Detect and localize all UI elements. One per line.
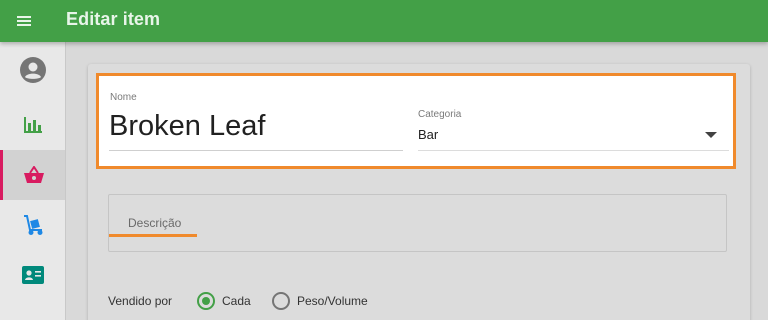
menu-icon[interactable] xyxy=(14,11,50,31)
sidebar-item-reports[interactable] xyxy=(0,100,65,150)
contact-card-icon xyxy=(21,266,44,284)
descricao-label: Descrição xyxy=(128,216,182,230)
categoria-select[interactable] xyxy=(415,104,731,154)
categoria-underline xyxy=(418,150,729,151)
hand-truck-icon xyxy=(23,215,42,235)
radio-cada-label[interactable]: Cada xyxy=(222,294,251,308)
account-icon xyxy=(19,57,46,83)
page-title: Editar item xyxy=(66,9,161,29)
bar-chart-icon xyxy=(23,117,42,133)
app-bar: Editar item xyxy=(0,0,768,42)
sidebar xyxy=(0,42,66,320)
sidebar-item-account[interactable] xyxy=(0,45,65,95)
highlighted-fields-box: Nome Broken Leaf Categoria Bar xyxy=(96,73,736,169)
nome-input[interactable]: Broken Leaf xyxy=(109,110,265,143)
sidebar-item-contacts[interactable] xyxy=(0,250,65,300)
nome-input-underline xyxy=(109,150,403,151)
vendido-por-label: Vendido por xyxy=(108,294,173,308)
dropdown-arrow-icon[interactable] xyxy=(705,132,717,139)
radio-cada[interactable] xyxy=(197,292,215,310)
nome-label: Nome xyxy=(110,92,137,103)
descricao-field[interactable]: Descrição xyxy=(108,194,727,252)
basket-icon xyxy=(24,166,44,183)
categoria-value: Bar xyxy=(418,127,439,142)
categoria-label: Categoria xyxy=(418,109,462,120)
radio-peso-volume[interactable] xyxy=(272,292,290,310)
sidebar-item-items[interactable] xyxy=(0,150,65,200)
descricao-focus-underline xyxy=(109,234,197,237)
radio-peso-volume-label[interactable]: Peso/Volume xyxy=(297,294,368,308)
sidebar-item-suppliers[interactable] xyxy=(0,200,65,250)
radio-selected-dot xyxy=(202,297,210,305)
